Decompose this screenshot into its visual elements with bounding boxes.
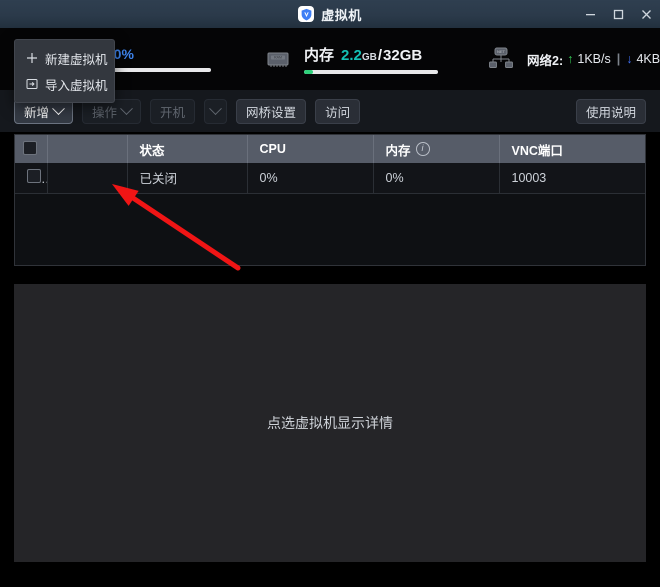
vm-table-body: 已关闭 0% 0% 10003 bbox=[15, 163, 645, 194]
column-vnc-port-label: VNC端口 bbox=[511, 143, 563, 158]
vm-table: 状态 CPU 内存 i VNC端口 已关闭 0% 0% 10003 bbox=[15, 135, 645, 194]
row-status: 已关闭 bbox=[127, 163, 248, 194]
bridge-settings-label: 网桥设置 bbox=[246, 105, 297, 120]
row-checkbox-cell[interactable] bbox=[15, 163, 48, 194]
access-button[interactable]: 访问 bbox=[315, 98, 361, 124]
stat-memory: RAM 内存 2.2GB/32GB bbox=[263, 44, 438, 74]
svg-text:NET: NET bbox=[497, 49, 506, 54]
power-on-dropdown-button[interactable] bbox=[204, 98, 228, 124]
column-memory-label: 内存 bbox=[385, 143, 411, 158]
window-controls bbox=[576, 0, 660, 28]
import-icon bbox=[25, 78, 38, 91]
memory-total: 32 bbox=[383, 47, 400, 64]
network-stat-line: 网络2: ↑ 1KB/s | ↓ 4KB/s bbox=[527, 50, 660, 69]
svg-text:RAM: RAM bbox=[274, 56, 282, 60]
vm-table-header-row: 状态 CPU 内存 i VNC端口 bbox=[15, 135, 645, 163]
column-vnc-port[interactable]: VNC端口 bbox=[499, 135, 645, 163]
memory-stat-body: 内存 2.2GB/32GB bbox=[304, 44, 438, 74]
upload-arrow-icon: ↑ bbox=[567, 52, 574, 66]
memory-usage-fill bbox=[304, 70, 314, 74]
network-icon: NET bbox=[486, 44, 516, 74]
add-vm-label: 新增 bbox=[24, 105, 50, 120]
menu-item-import-vm-label: 导入虚拟机 bbox=[45, 78, 108, 93]
row-vnc-port: 10003 bbox=[499, 163, 645, 194]
memory-separator: / bbox=[377, 47, 383, 64]
title-group: 虚拟机 bbox=[298, 5, 362, 24]
column-memory-inner: 内存 i bbox=[386, 140, 487, 159]
minimize-icon[interactable] bbox=[576, 0, 604, 28]
chevron-down-icon bbox=[120, 101, 133, 115]
help-label: 使用说明 bbox=[585, 105, 636, 120]
access-label: 访问 bbox=[325, 105, 351, 120]
memory-values: 2.2GB/32GB bbox=[341, 47, 422, 64]
column-cpu[interactable]: CPU bbox=[247, 135, 374, 163]
power-on-button[interactable]: 开机 bbox=[150, 98, 196, 124]
detail-placeholder: 点选虚拟机显示详情 bbox=[267, 415, 393, 431]
table-row[interactable]: 已关闭 0% 0% 10003 bbox=[15, 163, 645, 194]
memory-used: 2.2 bbox=[341, 47, 362, 64]
memory-total-unit: GB bbox=[399, 47, 423, 64]
menu-item-new-vm-label: 新建虚拟机 bbox=[45, 52, 108, 67]
close-icon[interactable] bbox=[632, 0, 660, 28]
plus-icon bbox=[25, 52, 38, 65]
menu-item-import-vm[interactable]: 导入虚拟机 bbox=[15, 71, 114, 97]
memory-usage-bar bbox=[304, 70, 438, 74]
row-memory: 0% bbox=[373, 163, 500, 194]
window-title: 虚拟机 bbox=[321, 7, 362, 23]
vm-table-header: 状态 CPU 内存 i VNC端口 bbox=[15, 135, 645, 163]
cpu-value: 0% bbox=[113, 46, 134, 62]
chevron-down-icon bbox=[209, 101, 222, 115]
power-on-label: 开机 bbox=[160, 105, 186, 120]
vm-detail-panel: 点选虚拟机显示详情 bbox=[14, 284, 646, 562]
column-memory[interactable]: 内存 i bbox=[373, 135, 500, 163]
help-button[interactable]: 使用说明 bbox=[575, 98, 646, 124]
column-select-all[interactable] bbox=[15, 135, 48, 163]
action-label: 操作 bbox=[92, 105, 118, 120]
info-icon[interactable]: i bbox=[415, 142, 430, 156]
menu-item-new-vm[interactable]: 新建虚拟机 bbox=[15, 45, 114, 71]
bridge-settings-button[interactable]: 网桥设置 bbox=[236, 98, 307, 124]
select-all-checkbox[interactable] bbox=[23, 140, 37, 155]
column-name[interactable] bbox=[47, 135, 128, 163]
row-name bbox=[47, 163, 128, 194]
stat-network: NET 网络2: ↑ 1KB/s | ↓ 4KB/s bbox=[486, 44, 660, 74]
shield-v-icon bbox=[298, 6, 315, 22]
vm-list-panel: 状态 CPU 内存 i VNC端口 已关闭 0% 0% 10003 bbox=[14, 134, 646, 266]
chevron-down-icon bbox=[52, 101, 65, 115]
memory-stat-line: 内存 2.2GB/32GB bbox=[304, 44, 438, 65]
upload-rate: 1KB/s bbox=[577, 52, 611, 66]
add-vm-dropdown-menu: 新建虚拟机 导入虚拟机 bbox=[14, 39, 115, 103]
row-checkbox[interactable] bbox=[27, 169, 41, 184]
memory-used-unit: GB bbox=[361, 52, 377, 63]
network-label: 网络2: bbox=[527, 53, 564, 68]
memory-label: 内存 bbox=[304, 47, 335, 64]
window-titlebar: 虚拟机 bbox=[0, 0, 660, 28]
column-cpu-label: CPU bbox=[259, 142, 286, 156]
download-rate: 4KB/s bbox=[636, 52, 660, 66]
ram-chip-icon: RAM bbox=[263, 44, 293, 74]
column-status[interactable]: 状态 bbox=[127, 135, 248, 163]
maximize-icon[interactable] bbox=[604, 0, 632, 28]
network-divider: | bbox=[616, 52, 621, 66]
row-cpu: 0% bbox=[247, 163, 374, 194]
column-status-label: 状态 bbox=[139, 143, 165, 158]
download-arrow-icon: ↓ bbox=[626, 52, 633, 66]
